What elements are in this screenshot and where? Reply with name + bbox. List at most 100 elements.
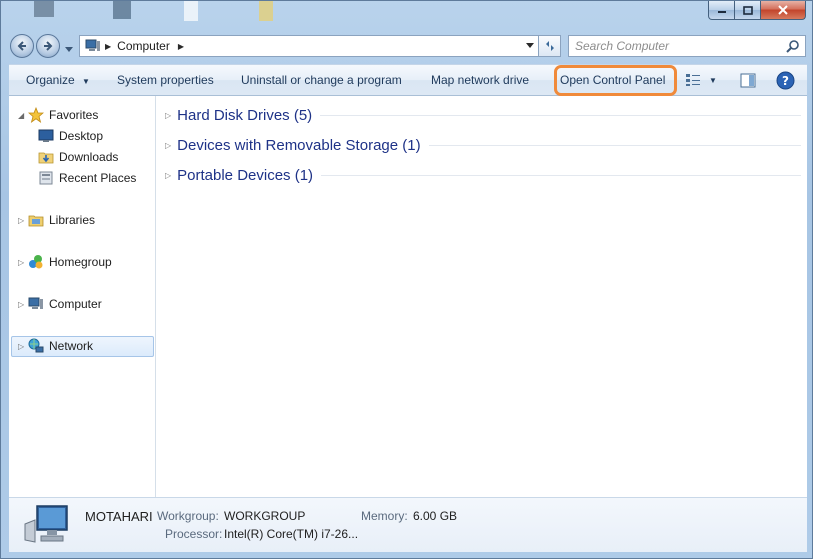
nav-item-network[interactable]: Network: [28, 338, 93, 354]
expand-group-icon: ▷: [165, 110, 172, 120]
group-label: Portable Devices (1): [177, 166, 314, 184]
group-header-removable-storage[interactable]: ▷ Devices with Removable Storage (1): [165, 134, 801, 156]
search-placeholder: Search Computer: [575, 39, 670, 53]
libraries-icon: [28, 212, 44, 228]
network-icon: [28, 338, 44, 354]
change-view-button[interactable]: ▼: [685, 73, 717, 87]
help-button[interactable]: ?: [776, 71, 795, 93]
nav-item-favorites[interactable]: Favorites: [28, 107, 98, 123]
organize-button[interactable]: Organize ▼: [26, 73, 90, 87]
refresh-icon: [545, 41, 554, 51]
group-label: Hard Disk Drives (5): [177, 106, 313, 124]
nav-label: Desktop: [59, 129, 104, 143]
maximize-icon: [742, 5, 753, 15]
nav-label: Favorites: [49, 108, 99, 122]
arrow-right-icon: [44, 41, 53, 51]
nav-label: Recent Places: [59, 171, 137, 185]
star-icon: [28, 107, 44, 123]
expand-libraries-icon[interactable]: ▷: [18, 216, 24, 225]
map-network-drive-button[interactable]: Map network drive: [431, 73, 529, 87]
group-header-hard-disk-drives[interactable]: ▷ Hard Disk Drives (5): [165, 104, 801, 126]
nav-item-computer[interactable]: Computer: [28, 296, 102, 312]
nav-item-downloads[interactable]: Downloads: [38, 149, 118, 165]
arrow-left-icon: [17, 41, 26, 51]
group-divider: [428, 144, 801, 146]
refresh-button[interactable]: [539, 35, 561, 57]
expand-computer-icon[interactable]: ▷: [18, 300, 24, 309]
address-dropdown-button[interactable]: [521, 36, 538, 56]
preview-pane-icon: [740, 73, 756, 88]
maximize-button[interactable]: [735, 1, 761, 20]
expand-group-icon: ▷: [165, 140, 172, 150]
workgroup-value: WORKGROUP: [224, 509, 306, 523]
minimize-icon: [717, 11, 726, 13]
desktop-icon: [109, 1, 135, 23]
window-caption-buttons: [708, 1, 806, 21]
chevron-down-icon: [65, 47, 73, 52]
nav-label: Computer: [49, 297, 102, 311]
details-pane: MOTAHARI Workgroup: WORKGROUP Memory: 6.…: [9, 497, 807, 552]
command-bar: Organize ▼ System properties Uninstall o…: [9, 64, 807, 96]
view-options-icon: [686, 74, 700, 86]
homegroup-icon: [28, 254, 44, 270]
computer-small-icon: [85, 39, 101, 53]
expand-network-icon[interactable]: ▷: [18, 342, 24, 351]
memory-label: Memory:: [361, 509, 408, 523]
recent-pages-button[interactable]: [65, 42, 73, 56]
minimize-button[interactable]: [708, 1, 735, 20]
address-bar[interactable]: ▶ Computer ▶: [79, 35, 539, 57]
downloads-folder-icon: [38, 149, 54, 165]
system-properties-button[interactable]: System properties: [117, 73, 214, 87]
group-label: Devices with Removable Storage (1): [177, 136, 421, 154]
search-input[interactable]: Search Computer: [568, 35, 806, 57]
nav-label: Network: [49, 339, 94, 353]
memory-value: 6.00 GB: [413, 509, 458, 523]
desktop-icon: [179, 1, 205, 23]
nav-item-recent-places[interactable]: Recent Places: [38, 170, 136, 186]
navigation-pane: ◢ Favorites Desktop Downloads Recent Pla…: [9, 96, 155, 497]
processor-label: Processor:: [165, 527, 223, 541]
desktop-icon: [38, 128, 54, 144]
chevron-down-icon: [525, 43, 534, 48]
nav-label: Homegroup: [49, 255, 112, 269]
group-header-portable-devices[interactable]: ▷ Portable Devices (1): [165, 164, 801, 186]
processor-value: Intel(R) Core(TM) i7-26...: [224, 527, 359, 541]
back-button[interactable]: [10, 34, 34, 58]
nav-item-homegroup[interactable]: Homegroup: [28, 254, 112, 270]
chevron-down-icon: ▼: [709, 75, 717, 85]
chevron-down-icon: ▼: [82, 77, 90, 86]
close-button[interactable]: [761, 1, 806, 20]
organize-label: Organize: [26, 73, 75, 87]
nav-label: Libraries: [49, 213, 96, 227]
uninstall-program-button[interactable]: Uninstall or change a program: [241, 73, 402, 87]
breadcrumb-separator-icon: ▶: [105, 41, 112, 51]
computer-name: MOTAHARI: [85, 509, 153, 524]
collapse-favorites-icon[interactable]: ◢: [18, 111, 24, 120]
desktop-icons-strip: [1, 1, 813, 29]
content-area: ◢ Favorites Desktop Downloads Recent Pla…: [9, 96, 807, 497]
preview-pane-button[interactable]: [740, 73, 756, 91]
help-icon: ?: [776, 71, 795, 90]
search-icon[interactable]: [786, 39, 800, 56]
explorer-window: ▶ Computer ▶ Search Computer Organize ▼ …: [0, 0, 813, 559]
recent-places-icon: [38, 170, 54, 186]
group-divider: [320, 114, 801, 116]
breadcrumb-separator-icon[interactable]: ▶: [178, 42, 184, 51]
forward-button[interactable]: [36, 34, 60, 58]
navigation-bar: ▶ Computer ▶ Search Computer: [9, 32, 807, 60]
breadcrumb-computer[interactable]: Computer: [117, 39, 170, 53]
expand-homegroup-icon[interactable]: ▷: [18, 258, 24, 267]
expand-group-icon: ▷: [165, 170, 172, 180]
workgroup-label: Workgroup:: [157, 509, 219, 523]
close-icon: [778, 5, 788, 15]
svg-text:?: ?: [782, 74, 789, 88]
nav-item-libraries[interactable]: Libraries: [28, 212, 95, 228]
group-divider: [321, 174, 801, 176]
file-list-pane: ▷ Hard Disk Drives (5) ▷ Devices with Re…: [156, 96, 807, 497]
computer-icon: [28, 296, 44, 312]
desktop-icon: [31, 1, 57, 23]
computer-large-icon: [23, 504, 69, 547]
nav-label: Downloads: [59, 150, 119, 164]
nav-item-desktop[interactable]: Desktop: [38, 128, 103, 144]
desktop-icon: [253, 1, 279, 23]
